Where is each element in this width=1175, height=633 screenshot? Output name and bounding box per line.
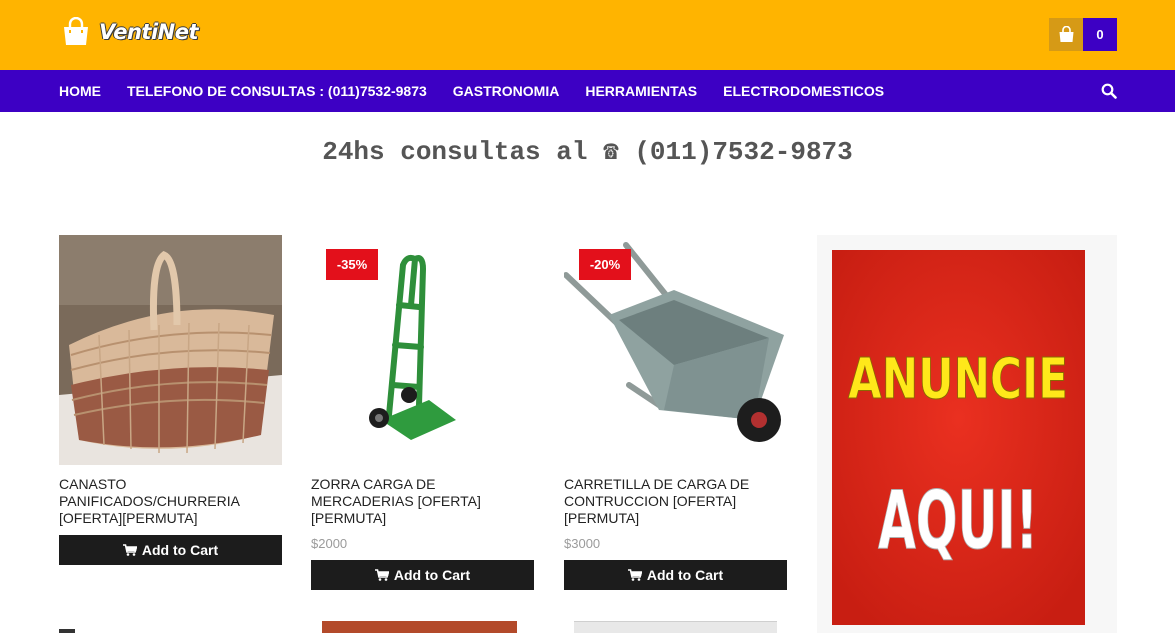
product-card: -35% ZORRA CARGA DE MERCADERIAS [OFERTA]… bbox=[311, 235, 534, 590]
product-card: -20% CARRETILLA DE CARGA DE CONTRUCCION … bbox=[564, 235, 787, 590]
site-header: VentiNet 0 bbox=[0, 0, 1175, 70]
add-to-cart-button[interactable]: Add to Cart bbox=[564, 560, 787, 590]
nav-item-telefono[interactable]: TELEFONO DE CONSULTAS : (011)7532-9873 bbox=[127, 83, 427, 99]
nav-item-herramientas[interactable]: HERRAMIENTAS bbox=[585, 83, 697, 99]
nav-item-electrodomesticos[interactable]: ELECTRODOMESTICOS bbox=[723, 83, 884, 99]
product-image[interactable]: -20% bbox=[564, 235, 787, 465]
cart-count-badge[interactable]: 0 bbox=[1083, 18, 1117, 51]
product-price: $2000 bbox=[311, 536, 348, 551]
product-image[interactable]: -35% bbox=[311, 235, 534, 465]
cart-button[interactable]: 0 bbox=[1049, 18, 1117, 51]
consultas-banner: 24hs consultas al ☎ (011)7532-9873 bbox=[322, 137, 853, 167]
sidebar-ad: ANUNCIE AQUI! bbox=[817, 235, 1117, 633]
ad-line1: ANUNCIE bbox=[848, 347, 1068, 412]
product-image-peek bbox=[59, 629, 75, 633]
nav-item-home[interactable]: HOME bbox=[59, 83, 101, 99]
nav-item-gastronomia[interactable]: GASTRONOMIA bbox=[453, 83, 560, 99]
product-image-peek bbox=[574, 621, 777, 633]
product-title[interactable]: CARRETILLA DE CARGA DE CONTRUCCION [OFER… bbox=[564, 476, 787, 527]
product-image[interactable] bbox=[59, 235, 282, 465]
basket-image bbox=[59, 235, 282, 465]
add-to-cart-button[interactable]: Add to Cart bbox=[311, 560, 534, 590]
cart-icon bbox=[122, 544, 137, 556]
shopping-bag-icon bbox=[1059, 26, 1073, 42]
site-logo[interactable]: VentiNet bbox=[61, 17, 199, 47]
add-to-cart-label: Add to Cart bbox=[141, 542, 219, 558]
product-price: $3000 bbox=[564, 536, 601, 551]
advertise-here-banner[interactable]: ANUNCIE AQUI! bbox=[832, 250, 1085, 625]
add-to-cart-label: Add to Cart bbox=[646, 567, 724, 583]
add-to-cart-button[interactable]: Add to Cart bbox=[59, 535, 282, 565]
discount-badge: -35% bbox=[326, 249, 378, 280]
ad-line2: AQUI! bbox=[878, 474, 1038, 567]
cart-icon bbox=[627, 569, 642, 581]
logo-text: VentiNet bbox=[99, 20, 199, 44]
product-image-peek bbox=[322, 621, 517, 633]
shopping-bag-icon bbox=[64, 17, 88, 45]
cart-icon bbox=[374, 569, 389, 581]
cart-icon-wrapper[interactable] bbox=[1049, 18, 1083, 51]
product-title[interactable]: CANASTO PANIFICADOS/CHURRERIA [OFERTA][P… bbox=[59, 476, 282, 527]
product-title[interactable]: ZORRA CARGA DE MERCADERIAS [OFERTA][PERM… bbox=[311, 476, 534, 527]
add-to-cart-label: Add to Cart bbox=[393, 567, 471, 583]
product-card: CANASTO PANIFICADOS/CHURRERIA [OFERTA][P… bbox=[59, 235, 282, 565]
main-nav: HOME TELEFONO DE CONSULTAS : (011)7532-9… bbox=[0, 70, 1175, 112]
search-icon[interactable] bbox=[1101, 83, 1117, 99]
discount-badge: -20% bbox=[579, 249, 631, 280]
